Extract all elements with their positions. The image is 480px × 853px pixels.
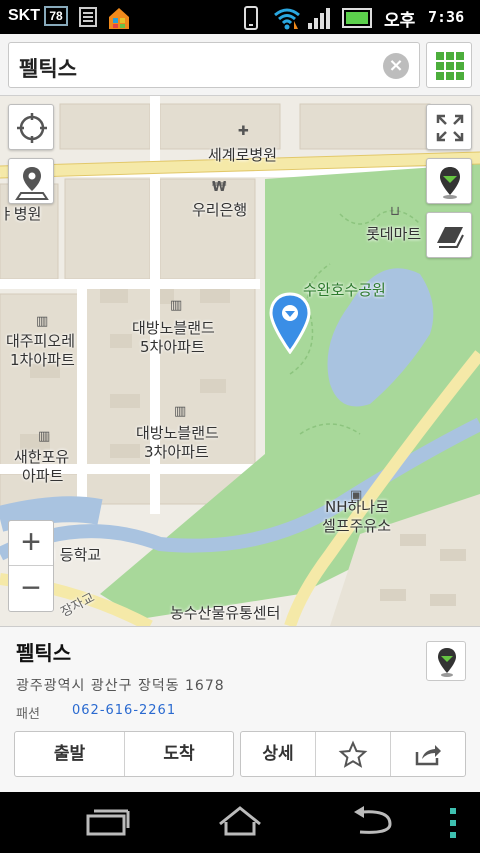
favorite-button[interactable]	[316, 732, 390, 776]
zoom-in-button[interactable]: +	[9, 521, 53, 566]
apartment-icon: ▥	[174, 404, 187, 419]
map-canvas	[0, 34, 480, 626]
recent-apps-icon[interactable]	[84, 808, 130, 838]
place-navigation-button[interactable]	[426, 641, 466, 681]
nearby-place-button[interactable]	[8, 158, 54, 204]
navigation-button[interactable]	[426, 158, 472, 204]
map-label-gas-line2: 셀프주유소	[322, 517, 392, 535]
search-input[interactable]: 펠틱스 ×	[8, 42, 420, 88]
battery-icon	[342, 8, 372, 28]
place-address: 광주광역시 광산구 장덕동 1678	[16, 678, 225, 694]
signal-icon	[308, 8, 330, 29]
map-label-apt4-line1: 새한포유	[14, 448, 70, 466]
navigation-pin-icon	[438, 648, 456, 677]
place-category: 패션	[16, 707, 40, 722]
place-info-panel: 펠틱스 광주광역시 광산구 장덕동 1678 패션 062-616-2261 출…	[0, 626, 480, 792]
map-label-school: ㅣ등학교	[46, 546, 102, 564]
map-label-apt3-line1: 대방노블랜드	[136, 424, 219, 442]
system-nav-bar	[0, 792, 480, 853]
apartment-icon: ▥	[36, 314, 49, 329]
share-icon	[415, 745, 441, 766]
map-label-apt3-line2: 3차아파트	[144, 443, 209, 461]
grid-icon	[436, 52, 444, 60]
map-label-apt1-line2: 5차아파트	[140, 338, 205, 356]
clear-search-button[interactable]: ×	[383, 53, 409, 79]
share-button[interactable]	[391, 732, 465, 776]
map-label-bank: 우리은행	[192, 201, 248, 219]
map-label-apt2-line1: 대주피오레	[6, 332, 76, 350]
map-label-market: 농수산물유통센터	[170, 604, 281, 622]
apartment-icon: ▥	[38, 429, 51, 444]
notification-badge: 78	[44, 6, 68, 26]
map-label-park: 수완호수공원	[303, 281, 386, 299]
detail-button[interactable]: 상세	[241, 732, 315, 776]
layers-icon	[437, 227, 464, 248]
my-location-button[interactable]	[8, 104, 54, 150]
map-label-hospital-left: ㅑ병원	[0, 205, 42, 223]
back-icon[interactable]	[350, 806, 396, 838]
bank-icon: ₩	[212, 180, 227, 195]
fullscreen-button[interactable]	[426, 104, 472, 150]
list-notification-icon	[79, 7, 97, 27]
search-bar: 펠틱스 ×	[0, 34, 480, 96]
map-label-apt4-line2: 아파트	[22, 467, 64, 485]
phone-vibrate-icon	[244, 6, 258, 30]
location-pin-icon[interactable]	[268, 292, 312, 354]
depart-button[interactable]: 출발	[15, 732, 124, 776]
arrive-button[interactable]: 도착	[125, 732, 233, 776]
home-icon[interactable]	[216, 804, 264, 838]
expand-icon	[436, 114, 464, 142]
crosshair-icon	[17, 113, 47, 143]
shopping-icon: ⊔	[390, 204, 401, 219]
map-label-gas-line1: NH하나로	[325, 498, 389, 516]
star-icon	[338, 740, 368, 768]
carrier-label: SKT	[8, 7, 40, 24]
map-label-apt2-line2: 1차아파트	[10, 351, 75, 369]
hospital-icon: ✚	[238, 124, 249, 139]
route-button-group: 출발 도착	[14, 731, 234, 777]
status-bar: SKT 78 오후 7:36	[0, 0, 480, 34]
wifi-icon	[274, 8, 300, 30]
map-label-hospital: 세계로병원	[208, 146, 278, 164]
clock: 7:36	[428, 8, 465, 26]
overflow-menu-icon[interactable]	[446, 806, 460, 840]
map-label-apt1-line1: 대방노블랜드	[132, 319, 215, 337]
apartment-icon: ▥	[170, 298, 183, 313]
map-view[interactable]: ✚ ₩ ⊔ ▥ ▥ ▥ ▥ ▣ 세계로병원 ㅑ병원 우리은행 롯데마트 수완호수…	[0, 34, 480, 626]
map-marker-icon	[15, 167, 49, 200]
map-label-lotte: 롯데마트	[366, 225, 422, 243]
map-layers-button[interactable]	[426, 212, 472, 258]
zoom-control: + −	[8, 520, 54, 612]
ampm-label: 오후	[384, 11, 416, 31]
place-action-group: 상세	[240, 731, 466, 777]
menu-grid-button[interactable]	[426, 42, 472, 88]
search-query: 펠틱스	[19, 57, 77, 81]
home-app-icon	[109, 8, 129, 29]
place-name: 펠틱스	[16, 641, 72, 665]
zoom-out-button[interactable]: −	[9, 567, 53, 612]
place-phone-link[interactable]: 062-616-2261	[72, 703, 176, 718]
navigation-pin-icon	[440, 167, 460, 199]
